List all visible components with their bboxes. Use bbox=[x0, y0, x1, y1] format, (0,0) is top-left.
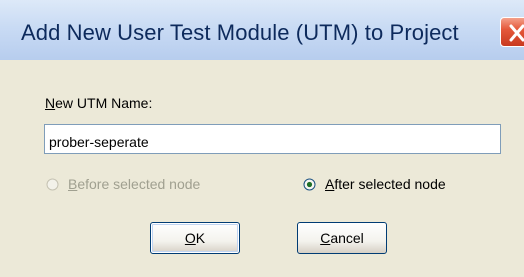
radio-after-accel: A bbox=[325, 176, 335, 192]
radio-after-selected-node[interactable]: After selected node bbox=[303, 176, 446, 192]
utm-name-accel: N bbox=[45, 95, 56, 111]
cancel-accel: C bbox=[320, 230, 331, 246]
utm-name-label: New UTM Name: bbox=[45, 95, 152, 111]
radio-before-selected-node: Before selected node bbox=[46, 176, 200, 192]
radio-unselected-icon bbox=[46, 178, 59, 190]
dialog-title: Add New User Test Module (UTM) to Projec… bbox=[21, 20, 459, 45]
radio-after-label: fter selected node bbox=[334, 176, 446, 192]
ok-accel: O bbox=[184, 230, 196, 246]
radio-selected-icon bbox=[303, 178, 316, 190]
dialog-window: Add New User Test Module (UTM) to Projec… bbox=[0, 0, 524, 277]
radio-before-accel: B bbox=[68, 176, 78, 192]
cancel-label: ancel bbox=[330, 230, 364, 246]
radio-before-label: efore selected node bbox=[77, 176, 201, 192]
cancel-button[interactable]: Cancel bbox=[297, 222, 387, 254]
close-icon bbox=[509, 24, 524, 42]
ok-label: K bbox=[195, 230, 206, 246]
utm-name-label-text: ew UTM Name: bbox=[55, 95, 153, 111]
utm-name-input[interactable] bbox=[44, 124, 501, 154]
title-bar[interactable]: Add New User Test Module (UTM) to Projec… bbox=[0, 0, 524, 60]
ok-button[interactable]: OK bbox=[150, 222, 240, 254]
close-button[interactable] bbox=[500, 17, 524, 47]
dialog-body: New UTM Name: Before selected node After… bbox=[0, 60, 524, 277]
